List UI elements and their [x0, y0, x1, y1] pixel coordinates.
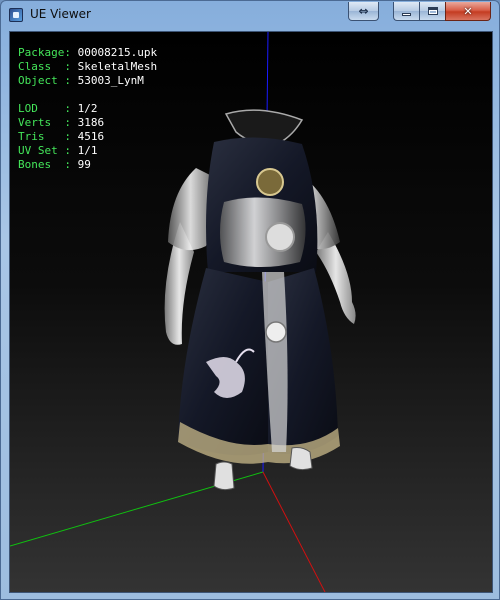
window-title: UE Viewer [30, 7, 91, 21]
info-bones: Bones : 99 [18, 158, 91, 171]
info-verts: Verts : 3186 [18, 116, 105, 129]
chest-medallion [256, 168, 284, 196]
mesh-info-panel: Package: 00008215.upk Class : SkeletalMe… [18, 46, 157, 172]
info-object: Object : 53003_LynM [18, 74, 144, 87]
titlebar[interactable]: UE Viewer ⇔ ✕ [1, 1, 499, 29]
minimize-button[interactable] [393, 2, 419, 21]
left-shoe [213, 461, 235, 491]
right-shoe [289, 447, 313, 471]
info-tris: Tris : 4516 [18, 130, 105, 143]
info-uvset: UV Set : 1/1 [18, 144, 98, 157]
minimize-icon [402, 12, 411, 16]
maximize-button[interactable] [419, 2, 445, 21]
close-button[interactable]: ✕ [445, 2, 491, 21]
close-icon: ✕ [463, 4, 473, 18]
swap-button[interactable]: ⇔ [348, 2, 379, 21]
app-window: UE Viewer ⇔ ✕ Package: 00008215.upk Clas… [0, 0, 500, 600]
panel-emblem [265, 321, 287, 343]
belt-ornament [265, 222, 295, 252]
app-icon [9, 8, 23, 22]
swap-arrows-icon: ⇔ [358, 4, 369, 18]
3d-viewport[interactable]: Package: 00008215.upk Class : SkeletalMe… [9, 31, 493, 593]
info-lod: LOD : 1/2 [18, 102, 98, 115]
info-package: Package: 00008215.upk [18, 46, 158, 59]
maximize-icon [427, 7, 438, 15]
info-class: Class : SkeletalMesh [18, 60, 158, 73]
